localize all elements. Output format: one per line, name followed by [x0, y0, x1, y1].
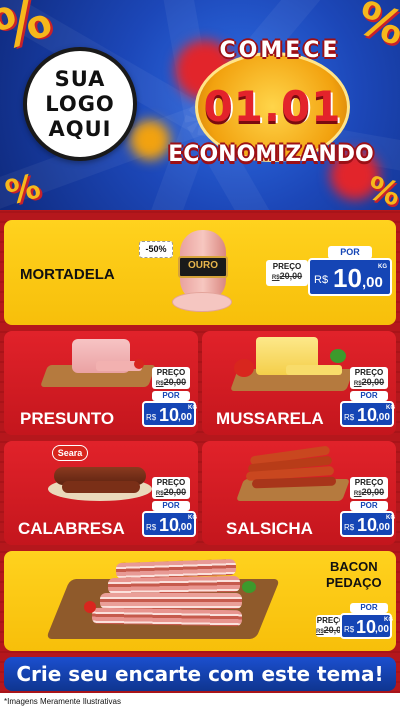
old-price-box: PREÇO R$20,00 [266, 260, 308, 286]
mussarela-image [229, 335, 355, 397]
presunto-image [39, 335, 157, 395]
old-price-box: PREÇO R$20,00 [350, 367, 388, 389]
price-tag: PREÇO R$20,00 POR R$ 10 ,00 KG [142, 477, 197, 541]
product-name: CALABRESA [18, 519, 125, 538]
price-tag: PREÇO R$20,00 POR R$ 10 ,00 KG [340, 477, 395, 541]
product-name-line1: BACON [330, 559, 378, 574]
product-card-calabresa[interactable]: Seara CALABRESA PREÇO R$20,00 POR R$ 10 … [4, 441, 198, 545]
offers-section: MORTADELA -50% OURO PREÇO R$20,00 POR R$… [0, 210, 400, 711]
product-card-bacon[interactable]: BACON PEDAÇO POR PREÇO R$20,00 R$ 10 ,00… [4, 551, 396, 651]
price-tag: PREÇO R$20,00 POR R$ 10 ,00 KG [266, 246, 392, 302]
headline-date: 01.01 [203, 82, 342, 131]
product-card-mussarela[interactable]: MUSSARELA PREÇO R$20,00 POR R$ 10 ,00 KG [202, 331, 396, 435]
old-price-box: PREÇO R$20,00 [152, 367, 190, 389]
old-price-box: PREÇO R$20,00 [152, 477, 190, 499]
logo-text-line: AQUI [48, 116, 112, 141]
hero-banner: % % % % SUA LOGO AQUI COMECE 01.01 ECONO… [0, 0, 400, 210]
bacon-image [45, 557, 281, 649]
price-tag: POR PREÇO R$20,00 R$ 10 ,00 KG [316, 603, 393, 649]
preco-label: PREÇO [272, 262, 302, 271]
campaign-badge: COMECE 01.01 ECONOMIZANDO [150, 30, 395, 180]
new-price: R$ 10 ,00 KG [142, 401, 197, 427]
new-price: R$ 10 ,00 KG [340, 511, 395, 537]
mortadela-image: OURO [172, 226, 234, 314]
old-price-box: PREÇO R$20,00 [350, 477, 388, 499]
product-card-presunto[interactable]: PRESUNTO PREÇO R$20,00 POR R$ 10 ,00 KG [4, 331, 198, 435]
por-label: POR [350, 391, 388, 401]
por-label: POR [350, 603, 388, 613]
product-card-salsicha[interactable]: SALSICHA PREÇO R$20,00 POR R$ 10 ,00 KG [202, 441, 396, 545]
product-name: PRESUNTO [20, 409, 115, 428]
headline-top: COMECE [219, 38, 341, 63]
product-name: MORTADELA [20, 266, 115, 283]
calabresa-image: Seara [44, 445, 154, 507]
flyer: % % % % SUA LOGO AQUI COMECE 01.01 ECONO… [0, 0, 400, 711]
por-label: POR [152, 391, 190, 401]
por-label: POR [152, 501, 190, 511]
salsicha-image [235, 445, 351, 507]
new-price: R$ 10 ,00 KG [142, 511, 197, 537]
brand-logo: Seara [52, 445, 88, 461]
new-price: R$ 10 ,00 KG [308, 258, 392, 296]
new-price: R$ 10 ,00 KG [340, 401, 395, 427]
product-name-line2: PEDAÇO [326, 575, 382, 590]
logo-text-line: SUA [54, 66, 106, 91]
discount-badge: -50% [139, 241, 173, 258]
brand-label: OURO [188, 260, 218, 271]
product-card-mortadela[interactable]: MORTADELA -50% OURO PREÇO R$20,00 POR R$… [4, 220, 396, 325]
cta-button[interactable]: Crie seu encarte com este tema! [4, 657, 396, 691]
new-price: R$ 10 ,00 KG [340, 613, 393, 639]
logo-placeholder: SUA LOGO AQUI [23, 47, 137, 161]
logo-text-line: LOGO [45, 91, 115, 116]
por-label: POR [350, 501, 388, 511]
disclaimer-text: *Imagens Meramente Ilustrativas [0, 693, 400, 711]
headline-bottom: ECONOMIZANDO [168, 142, 374, 167]
product-name: SALSICHA [226, 519, 313, 538]
price-tag: PREÇO R$20,00 POR R$ 10 ,00 KG [340, 367, 395, 431]
product-name: MUSSARELA [216, 409, 324, 428]
price-tag: PREÇO R$20,00 POR R$ 10 ,00 KG [142, 367, 197, 431]
old-price: R$20,00 [271, 271, 303, 281]
